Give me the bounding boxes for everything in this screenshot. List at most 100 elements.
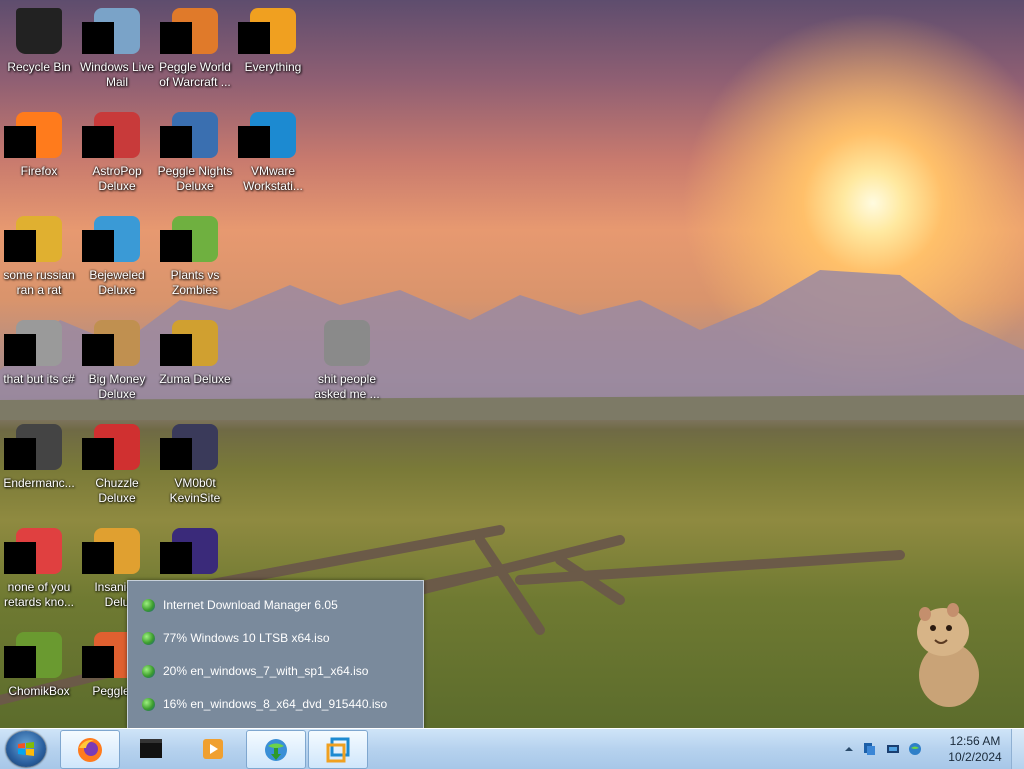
redaction-box [82,334,114,366]
popup-item-download[interactable]: 16% en_windows_8_x64_dvd_915440.iso [142,693,387,715]
astropop-deluxe-icon [82,112,140,158]
redaction-box [82,230,114,262]
desktop-icon-astropop-deluxe[interactable]: AstroPop Deluxe [78,106,156,210]
plants-vs-zombies-icon [160,216,218,262]
redaction-box [82,126,114,158]
popup-item-download[interactable]: 77% Windows 10 LTSB x64.iso [142,627,330,649]
show-desktop-button[interactable] [1011,729,1024,769]
desktop-icon-label: Zuma Deluxe [159,372,231,386]
desktop-icon-peggle-world-of-warcraft[interactable]: Peggle World of Warcraft ... [156,2,234,106]
clock-time[interactable]: 12:56 AM [940,734,1010,748]
idm-globe-icon [142,598,155,612]
chuzzle-deluxe-icon [82,424,140,470]
idm-globe-icon [142,631,155,645]
taskbar-button-firefox[interactable] [60,730,120,769]
desktop-icon-firefox[interactable]: Firefox [0,106,78,210]
insaniquarium-deluxe-icon [82,528,140,574]
desktop-icon-label: Plants vs Zombies [170,268,220,297]
redaction-box [4,542,36,574]
desktop-icon-plants-vs-zombies[interactable]: Plants vs Zombies [156,210,234,314]
endermanch-icon [4,424,62,470]
popup-item-label: 20% en_windows_7_with_sp1_x64.iso [163,664,369,678]
firefox-icon [4,112,62,158]
desktop-icon-big-money-deluxe[interactable]: Big Money Deluxe [78,314,156,418]
vmware-workstation-icon [238,112,296,158]
firefox-icon [78,738,102,762]
desktop-icon-label: shit people asked me ... [314,372,380,401]
desktop-icon-none-of-you-retards[interactable]: none of you retards kno... [0,522,78,626]
hamster-figure [917,603,979,707]
idm-icon [265,739,287,761]
redaction-box [82,438,114,470]
peggle-nights-deluxe-icon [160,112,218,158]
desktop-icon-endermanch[interactable]: Endermanc... [0,418,78,522]
desktop-icon-label: ChomikBox [8,684,70,698]
chomikbox-icon [4,632,62,678]
desktop-icon-peggle-nights-deluxe[interactable]: Peggle Nights Deluxe [156,106,234,210]
idm-tray-icon[interactable] [908,742,922,756]
peggle-world-of-warcraft-icon [160,8,218,54]
redaction-box [160,126,192,158]
desktop-icon-windows-live-mail[interactable]: Windows Live Mail [78,2,156,106]
windows-live-mail-icon [82,8,140,54]
desktop-icon-vmware-workstation[interactable]: VMware Workstati... [234,106,312,210]
redaction-box [160,334,192,366]
desktop-icon-label: Chuzzle Deluxe [95,476,139,505]
desktop-icon-label: VM0b0t KevinSite [169,476,221,505]
redaction-box [160,438,192,470]
action-center-icon[interactable] [862,742,876,756]
taskbar-button-terminal[interactable] [122,730,180,767]
desktop-icon-chomikbox[interactable]: ChomikBox [0,626,78,730]
desktop-icon-label: VMware Workstati... [243,164,303,193]
desktop-icon-some-russian-ran-a-rat[interactable]: some russian ran a rat [0,210,78,314]
popup-item-label: 77% Windows 10 LTSB x64.iso [163,631,330,645]
desktop-icon-recycle-bin[interactable]: Recycle Bin [0,2,78,106]
desktop-icon-shit-people-asked-me[interactable]: shit people asked me ... [308,314,386,418]
taskbar-button-vmware[interactable] [308,730,368,769]
desktop-icon-vm0b0t-kevinsite[interactable]: VM0b0t KevinSite [156,418,234,522]
system-tray: 12:56 AM 10/2/2024 [834,729,1024,769]
redaction-box [4,230,36,262]
desktop-icon-label: that but its c# [3,372,75,386]
desktop-icon-label: Peggle Nights Deluxe [157,164,233,193]
redaction-box [4,438,36,470]
clock-date[interactable]: 10/2/2024 [940,750,1010,764]
desktop-icon-label: Endermanc... [3,476,75,490]
redaction-box [82,542,114,574]
desktop-icon-chuzzle-deluxe[interactable]: Chuzzle Deluxe [78,418,156,522]
desktop-icon-label: none of you retards kno... [3,580,75,609]
desktop-icon-label: Windows Live Mail [79,60,155,89]
shit-people-asked-me-icon [324,320,370,366]
desktop-icon-label: AstroPop Deluxe [92,164,142,193]
redaction-box [160,542,192,574]
everything-icon [238,8,296,54]
some-russian-ran-a-rat-icon [4,216,62,262]
windows-logo-icon [18,742,34,756]
desktop-icon-bejeweled-deluxe[interactable]: Bejeweled Deluxe [78,210,156,314]
show-hidden-icons-icon[interactable] [842,742,856,756]
vm0b0t-kevinsite-icon [160,424,218,470]
popup-item-idm[interactable]: Internet Download Manager 6.05 [142,594,338,616]
popup-item-download[interactable]: 20% en_windows_7_with_sp1_x64.iso [142,660,368,682]
cmd-icon [140,739,162,758]
network-icon[interactable] [886,742,900,756]
taskbar-button-media-player[interactable] [184,730,242,767]
idm-globe-icon [142,697,155,711]
idm-download-popup: Internet Download Manager 6.05 77% Windo… [127,580,424,729]
recycle-bin-icon [16,8,62,54]
unknown-purple-icon [160,528,218,574]
idm-globe-icon [142,664,155,678]
desktop-icon-zuma-deluxe[interactable]: Zuma Deluxe [156,314,234,418]
desktop-icon-label: Everything [244,60,302,74]
bejeweled-deluxe-icon [82,216,140,262]
redaction-box [160,230,192,262]
none-of-you-retards-icon [4,528,62,574]
taskbar-button-internet-download-manager[interactable] [246,730,306,769]
that-but-its-csharp-icon [4,320,62,366]
desktop-icon-everything[interactable]: Everything [234,2,312,106]
redaction-box [4,646,36,678]
popup-item-label: 16% en_windows_8_x64_dvd_915440.iso [163,697,388,711]
desktop-icon-that-but-its-csharp[interactable]: that but its c# [0,314,78,418]
redaction-box [4,126,36,158]
start-button[interactable] [6,731,46,767]
